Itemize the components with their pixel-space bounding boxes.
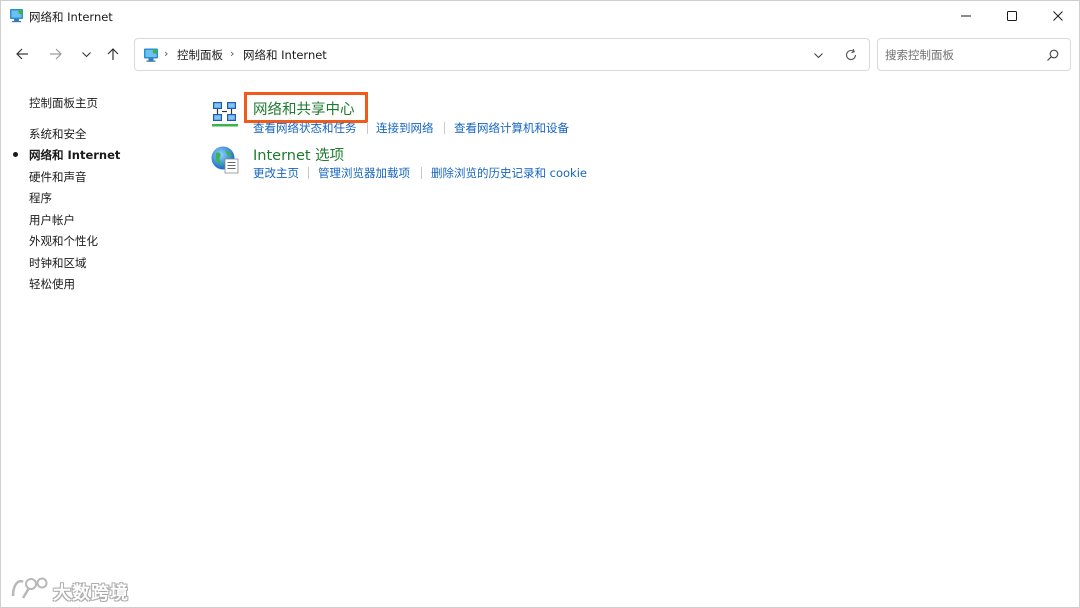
task-delete-browsing-history[interactable]: 删除浏览的历史记录和 cookie	[431, 165, 587, 181]
task-separator	[421, 167, 422, 179]
task-view-network-computers[interactable]: 查看网络计算机和设备	[454, 120, 569, 136]
recent-locations-button[interactable]	[75, 43, 97, 65]
sidebar-item-control-panel-home[interactable]: 控制面板主页	[29, 95, 98, 111]
breadcrumb-separator: ›	[230, 47, 235, 60]
title-bar[interactable]: 网络和 Internet	[1, 1, 1079, 31]
back-button[interactable]	[11, 43, 33, 65]
sidebar-item-network-internet[interactable]: 网络和 Internet	[29, 147, 120, 163]
task-connect-to-network[interactable]: 连接到网络	[376, 120, 434, 136]
internet-options-title[interactable]: Internet 选项	[253, 144, 344, 165]
sidebar-item-clock-region[interactable]: 时钟和区域	[29, 255, 87, 271]
arrow-up-icon	[107, 48, 119, 60]
control-panel-icon	[144, 48, 158, 62]
refresh-icon	[845, 48, 857, 61]
sidebar-item-programs[interactable]: 程序	[29, 190, 52, 206]
breadcrumb-control-panel[interactable]: 控制面板	[177, 47, 223, 63]
address-history-button[interactable]	[810, 47, 826, 63]
task-change-home-page[interactable]: 更改主页	[253, 165, 299, 181]
control-panel-window: 网络和 Internet › 控制面板 › 网络和 Internet 搜索控制面…	[0, 0, 1080, 608]
minimize-icon	[961, 15, 971, 17]
breadcrumb-separator: ›	[164, 47, 169, 60]
maximize-button[interactable]	[989, 1, 1035, 31]
address-bar[interactable]: › 控制面板 › 网络和 Internet	[134, 38, 870, 71]
task-separator	[367, 122, 368, 134]
window-title: 网络和 Internet	[29, 10, 113, 24]
search-box[interactable]	[877, 38, 1071, 71]
breadcrumb-network-internet[interactable]: 网络和 Internet	[243, 47, 327, 63]
task-manage-addons[interactable]: 管理浏览器加载项	[318, 165, 410, 181]
watermark-text: 大数跨境	[53, 583, 129, 604]
sidebar-item-hardware-sound[interactable]: 硬件和声音	[29, 169, 87, 185]
forward-button[interactable]	[45, 43, 67, 65]
minimize-button[interactable]	[943, 1, 989, 31]
sidebar-item-system-security[interactable]: 系统和安全	[29, 126, 87, 142]
refresh-button[interactable]	[842, 46, 860, 64]
chevron-down-icon	[813, 52, 823, 58]
search-icon[interactable]	[1046, 48, 1060, 62]
control-panel-icon	[10, 9, 23, 23]
sidebar-item-ease-of-access[interactable]: 轻松使用	[29, 276, 75, 292]
network-sharing-center-title[interactable]: 网络和共享中心	[253, 98, 355, 119]
arrow-right-icon	[50, 48, 62, 60]
search-input[interactable]	[885, 47, 1035, 63]
close-icon	[1053, 11, 1063, 21]
current-item-bullet	[13, 152, 18, 157]
network-sharing-icon[interactable]	[210, 99, 240, 129]
sidebar-item-user-accounts[interactable]: 用户帐户	[29, 212, 75, 228]
up-button[interactable]	[102, 43, 124, 65]
arrow-left-icon	[16, 48, 28, 60]
sidebar-item-appearance[interactable]: 外观和个性化	[29, 233, 98, 249]
task-view-network-status[interactable]: 查看网络状态和任务	[253, 120, 357, 136]
task-separator	[444, 122, 445, 134]
chevron-down-icon	[81, 51, 91, 57]
internet-options-globe-icon[interactable]	[210, 145, 240, 175]
maximize-icon	[1007, 11, 1017, 21]
task-separator	[308, 167, 309, 179]
close-button[interactable]	[1035, 1, 1080, 31]
